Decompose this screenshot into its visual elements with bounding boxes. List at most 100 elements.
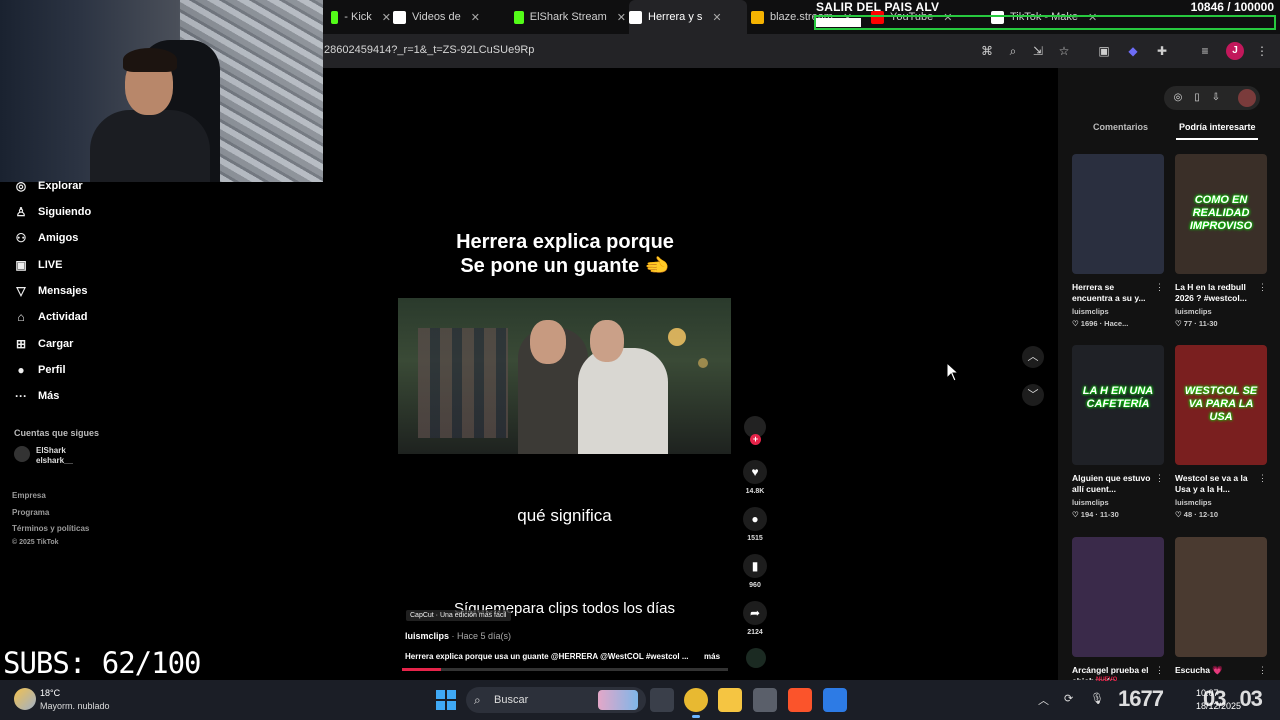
suggested-video-card[interactable]: LA H EN UNA CAFETERÍA Alguien que estuvo … xyxy=(1072,345,1164,519)
previous-video-button[interactable]: ︿ xyxy=(1022,346,1044,368)
video-thumbnail[interactable]: COMO EN REALIDAD IMPROVISO xyxy=(1175,154,1267,274)
next-video-button[interactable]: ﹀ xyxy=(1022,384,1044,406)
card-options-icon[interactable]: ⋮ xyxy=(1258,473,1267,484)
tab-close-icon[interactable]: ✕ xyxy=(712,11,721,24)
browser-tab[interactable]: ElShark Stream ✕ xyxy=(514,0,626,34)
heart-icon[interactable]: ♥ xyxy=(743,460,767,484)
tab-label: Herrera y s xyxy=(648,11,703,23)
browser-tab[interactable]: Herrera y s ✕ xyxy=(629,0,747,34)
save-action[interactable]: ▮ 960 xyxy=(743,554,767,589)
sidebar-item-cargar[interactable]: ⊞ Cargar xyxy=(14,334,74,354)
user-avatar[interactable] xyxy=(1238,89,1256,107)
compass-icon[interactable]: ◎ xyxy=(1172,92,1184,104)
video-frame[interactable] xyxy=(398,298,731,454)
card-author[interactable]: luismclips xyxy=(1175,307,1267,316)
tab-favicon-icon xyxy=(393,10,406,24)
video-thumbnail[interactable] xyxy=(1072,537,1164,657)
footer-terms-link[interactable]: Términos y políticas xyxy=(12,524,89,533)
suggested-video-card[interactable]: WESTCOL SE VA PARA LA USA Westcol se va a… xyxy=(1175,345,1267,519)
puzzle-icon[interactable]: ✚ xyxy=(1154,43,1170,59)
card-title: Westcol se va a la Usa y a la H... xyxy=(1175,473,1248,494)
tab-close-icon[interactable]: ✕ xyxy=(382,11,391,24)
browser-tab[interactable]: Videos de ✕ xyxy=(393,0,511,34)
sidebar-item-más[interactable]: ··· Más xyxy=(14,386,59,406)
comment-count: 1515 xyxy=(747,535,763,542)
sidebar-item-perfil[interactable]: ● Perfil xyxy=(14,360,65,380)
following-display-name: ElShark xyxy=(36,446,66,455)
sidebar-item-label: Cargar xyxy=(38,338,74,350)
video-author[interactable]: luismclips · Hace 5 día(s) xyxy=(405,631,511,641)
tray-sync-icon[interactable]: ⟳ xyxy=(1064,692,1073,705)
suggested-video-card[interactable]: COMO EN REALIDAD IMPROVISO La H en la red… xyxy=(1175,154,1267,328)
video-more-link[interactable]: más xyxy=(704,652,720,661)
capcut-tag[interactable]: CapCut · Una edición más fácil xyxy=(406,610,511,621)
phone-icon[interactable]: ▯ xyxy=(1191,92,1203,104)
weather-icon[interactable] xyxy=(14,688,36,710)
profile-avatar[interactable]: J xyxy=(1226,42,1244,60)
video-thumbnail[interactable]: WESTCOL SE VA PARA LA USA xyxy=(1175,345,1267,465)
sidebar-item-siguiendo[interactable]: ♙ Siguiendo xyxy=(14,202,92,222)
following-account[interactable]: ElShark elshark__ xyxy=(14,446,73,466)
sidebar-item-live[interactable]: ▣ LIVE xyxy=(14,255,62,275)
card-options-icon[interactable]: ⋮ xyxy=(1258,665,1267,676)
like-action[interactable]: ♥ 14.8K xyxy=(743,460,767,495)
card-author[interactable]: luismclips xyxy=(1072,307,1164,316)
media-icon[interactable]: ≡ xyxy=(1197,43,1213,59)
suggested-video-card[interactable]: Herrera se encuentra a su y... ⋮ luismclip… xyxy=(1072,154,1164,328)
tray-mic-icon[interactable]: 🎙 xyxy=(1090,692,1104,705)
taskbar-search[interactable]: ⌕ Buscar xyxy=(466,687,646,713)
card-author[interactable]: luismclips xyxy=(1072,498,1164,507)
tab-suggested[interactable]: Podría interesarte xyxy=(1179,122,1256,132)
zoom-icon[interactable]: ⌕ xyxy=(1005,43,1021,59)
browser-tab[interactable]: - Kick ✕ xyxy=(331,0,391,34)
task-view-app-icon[interactable] xyxy=(650,688,674,712)
search-icon: ⌕ xyxy=(474,693,481,707)
suggested-video-card[interactable]: Arcángel prueba el chicharrón...⋮ xyxy=(1072,537,1164,687)
sidebar-item-amigos[interactable]: ⚇ Amigos xyxy=(14,228,79,248)
footer-program-link[interactable]: Programa xyxy=(12,508,49,517)
tab-close-icon[interactable]: ✕ xyxy=(617,11,626,24)
brave-app-icon[interactable] xyxy=(788,688,812,712)
comment-icon[interactable]: ● xyxy=(743,507,767,531)
card-options-icon[interactable]: ⋮ xyxy=(1155,473,1164,484)
sidebar-item-actividad[interactable]: ⌂ Actividad xyxy=(14,307,87,327)
share-action[interactable]: ➦ 2124 xyxy=(743,601,767,636)
video-thumbnail[interactable] xyxy=(1072,154,1164,274)
footer-company-link[interactable]: Empresa xyxy=(12,491,46,500)
card-options-icon[interactable]: ⋮ xyxy=(1155,665,1164,676)
comment-action[interactable]: ● 1515 xyxy=(743,507,767,542)
tab-comments[interactable]: Comentarios xyxy=(1093,122,1148,132)
video-thumbnail[interactable]: LA H EN UNA CAFETERÍA xyxy=(1072,345,1164,465)
tray-chevron-icon[interactable]: ︿ xyxy=(1038,692,1049,708)
translate-icon[interactable]: ⌘ xyxy=(979,43,995,59)
sidebar-item-mensajes[interactable]: ▽ Mensajes xyxy=(14,281,87,301)
suggested-video-card[interactable]: Escucha 💗 ⋮ xyxy=(1175,537,1267,687)
other-app-app-icon[interactable] xyxy=(823,688,847,712)
chrome-app-icon[interactable] xyxy=(684,688,708,718)
following-handle: elshark__ xyxy=(36,456,73,465)
share-icon[interactable]: ➦ xyxy=(743,601,767,625)
card-options-icon[interactable]: ⋮ xyxy=(1258,282,1267,293)
file-explorer-app-icon[interactable] xyxy=(718,688,742,712)
obs-app-icon[interactable] xyxy=(753,688,777,712)
sidebar-item-explorar[interactable]: ◎ Explorar xyxy=(14,176,83,196)
url-field[interactable]: 28602459414?_r=1&_t=ZS-92LCuSUe9Rp xyxy=(324,44,534,56)
sound-disc-icon[interactable] xyxy=(746,648,766,668)
video-author-name[interactable]: luismclips xyxy=(405,631,449,641)
follow-plus-icon[interactable]: + xyxy=(750,434,761,445)
extension-shield-icon[interactable]: ◆ xyxy=(1125,43,1141,59)
windows-start-icon[interactable] xyxy=(436,690,456,710)
video-post-age: · Hace 5 día(s) xyxy=(449,631,512,641)
thumbnail-text: WESTCOL SE VA PARA LA USA xyxy=(1184,385,1258,423)
bookmark-star-icon[interactable]: ☆ xyxy=(1056,43,1072,59)
video-thumbnail[interactable] xyxy=(1175,537,1267,657)
bookmark-icon[interactable]: ▮ xyxy=(743,554,767,578)
tab-close-icon[interactable]: ✕ xyxy=(471,11,480,24)
install-icon[interactable]: ⇲ xyxy=(1030,43,1046,59)
download-icon[interactable]: ⇩ xyxy=(1210,92,1222,104)
card-options-icon[interactable]: ⋮ xyxy=(1155,282,1164,293)
screenshot-icon[interactable]: ▣ xyxy=(1096,43,1112,59)
card-author[interactable]: luismclips xyxy=(1175,498,1267,507)
menu-icon[interactable]: ⋮ xyxy=(1254,43,1270,59)
video-progress-bar[interactable] xyxy=(402,668,728,671)
